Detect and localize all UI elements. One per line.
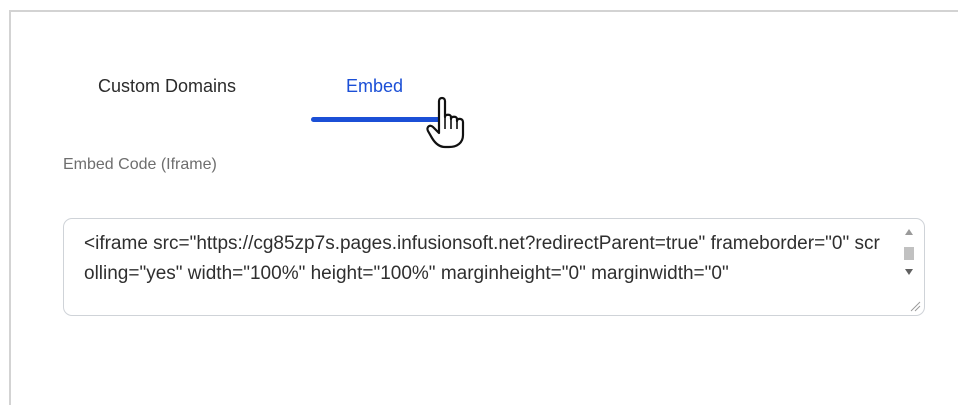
scrollbar-thumb[interactable]	[904, 247, 914, 260]
embed-code-textarea[interactable]: <iframe src="https://cg85zp7s.pages.infu…	[63, 218, 925, 316]
tab-embed[interactable]: Embed	[346, 76, 403, 97]
textarea-scrollbar[interactable]	[902, 225, 916, 311]
embed-code-label: Embed Code (Iframe)	[63, 156, 217, 173]
arrow-up-icon[interactable]	[905, 229, 913, 235]
embed-code-text: <iframe src="https://cg85zp7s.pages.infu…	[84, 233, 880, 284]
settings-panel	[9, 10, 958, 405]
active-tab-indicator	[311, 117, 442, 122]
hand-pointer-icon	[426, 96, 465, 149]
resize-handle-icon[interactable]	[909, 300, 921, 312]
arrow-down-icon[interactable]	[905, 269, 913, 275]
tab-custom-domains[interactable]: Custom Domains	[98, 76, 236, 97]
